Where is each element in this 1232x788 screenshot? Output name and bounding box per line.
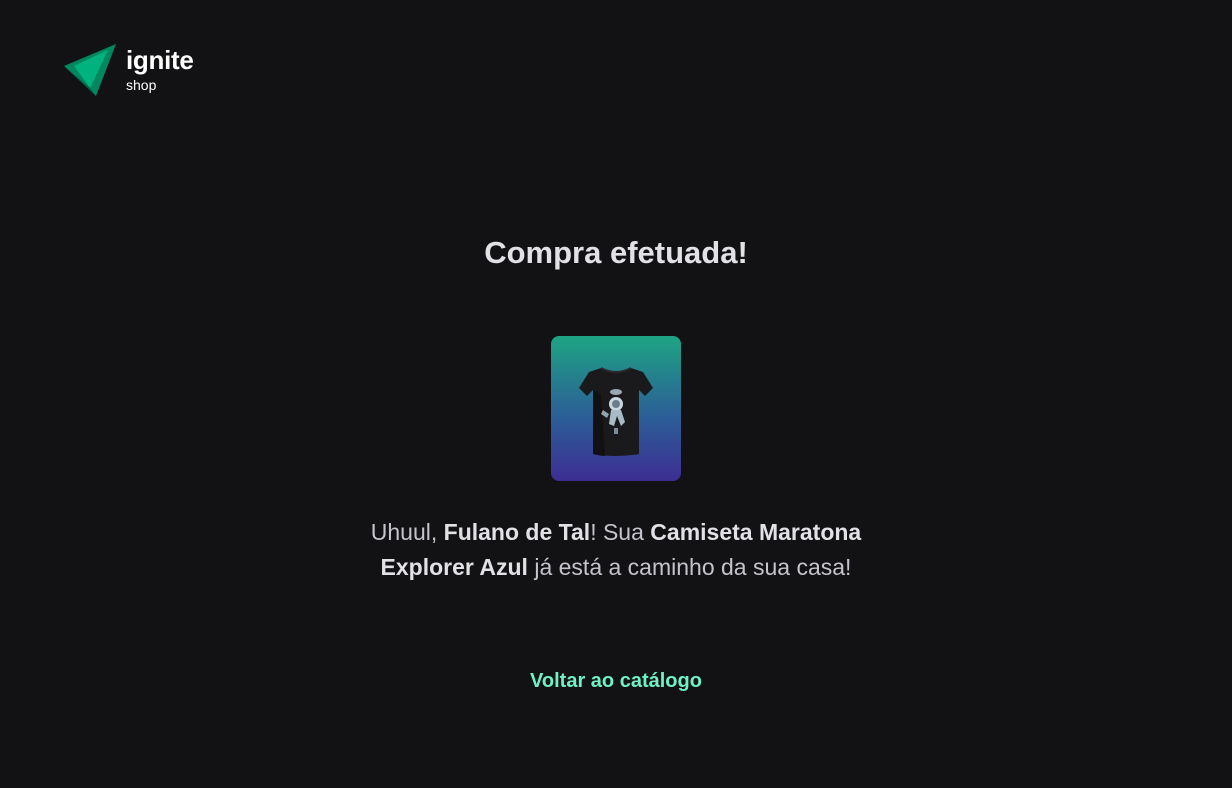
tshirt-icon — [579, 366, 653, 456]
message-middle: ! Sua — [590, 519, 651, 545]
customer-name: Fulano de Tal — [443, 519, 591, 545]
success-message: Uhuul, Fulano de Tal! Sua Camiseta Marat… — [356, 515, 876, 585]
back-to-catalog-link[interactable]: Voltar ao catálogo — [530, 669, 702, 693]
product-image-container — [551, 336, 681, 481]
success-container: Compra efetuada! Uhuul, Fulano de Tal! S… — [0, 0, 1232, 788]
message-end: já está a caminho da sua casa! — [527, 554, 852, 580]
page-title: Compra efetuada! — [484, 235, 748, 270]
message-intro: Uhuul, — [370, 519, 444, 545]
